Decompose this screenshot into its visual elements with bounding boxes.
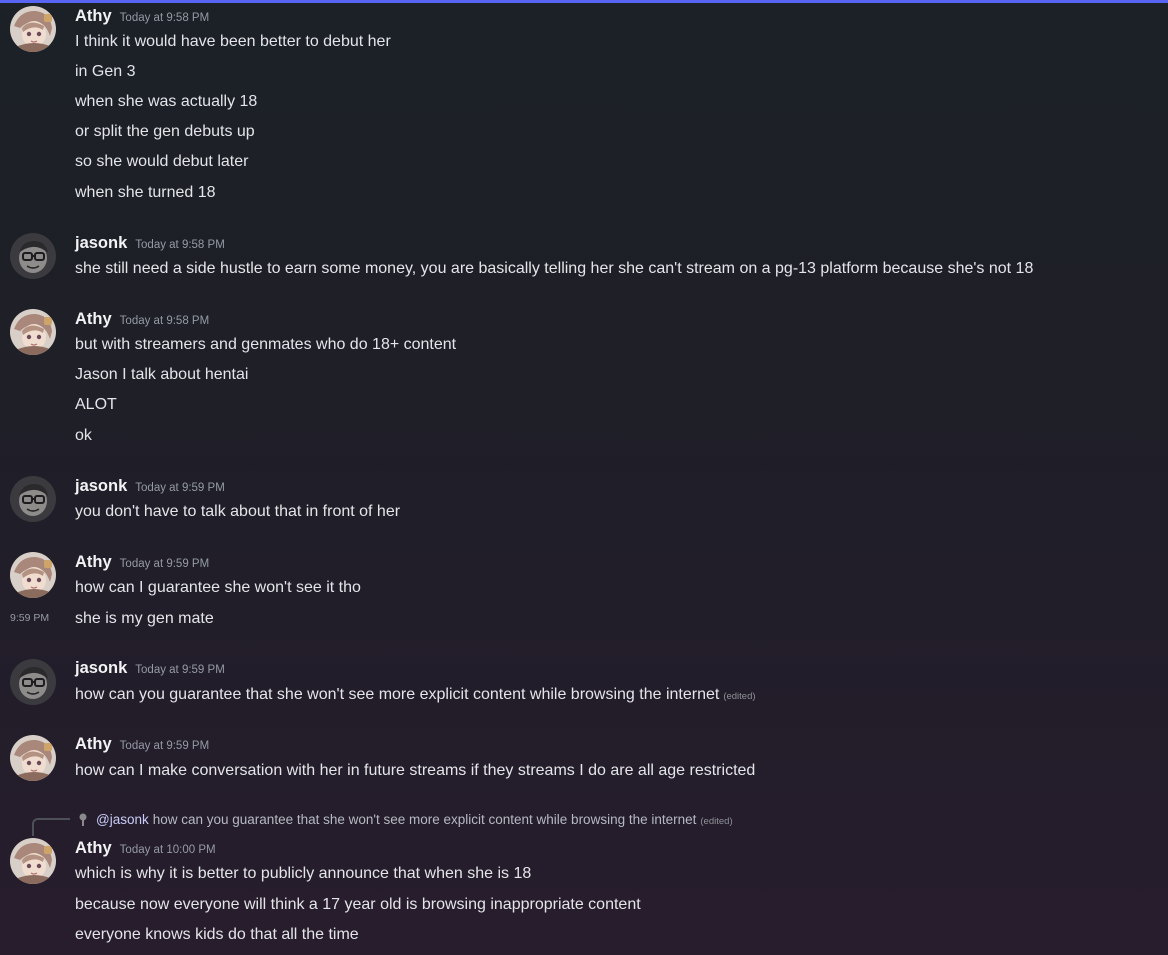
reply-text: how can you guarantee that she won't see… (152, 812, 697, 827)
avatar[interactable] (10, 476, 56, 522)
message-header: Athy Today at 9:58 PM (75, 310, 209, 329)
message-text: I think it would have been better to deb… (75, 33, 391, 50)
username[interactable]: Athy (75, 553, 112, 571)
message-text: you don't have to talk about that in fro… (75, 503, 401, 520)
reply-mention[interactable]: @jasonk (96, 812, 149, 827)
message-text: she still need a side hustle to earn som… (75, 260, 1034, 277)
message-text: ALOT (75, 396, 117, 413)
message-header: Athy Today at 9:59 PM (75, 735, 209, 754)
message-text: when she was actually 18 (75, 93, 258, 110)
username[interactable]: Athy (75, 7, 112, 25)
anime-avatar-icon (10, 6, 56, 52)
reply-preview[interactable]: @jasonk how can you guarantee that she wo… (76, 810, 733, 830)
message-text: which is why it is better to publicly an… (75, 865, 532, 882)
username[interactable]: jasonk (75, 234, 127, 252)
avatar[interactable] (10, 233, 56, 279)
cartoon-avatar-icon (10, 476, 56, 522)
message-timestamp: Today at 9:58 PM (135, 239, 225, 251)
reply-spine (32, 818, 70, 836)
channel-accent-bar (0, 0, 1168, 3)
message-header: jasonk Today at 9:58 PM (75, 234, 225, 253)
message-text: but with streamers and genmates who do 1… (75, 336, 457, 353)
message-header: jasonk Today at 9:59 PM (75, 477, 225, 496)
message-text: she is my gen mate (75, 610, 214, 627)
message-timestamp: Today at 9:58 PM (119, 315, 210, 327)
username[interactable]: jasonk (75, 477, 127, 495)
avatar[interactable] (10, 309, 56, 355)
message-text: how can you guarantee that she won't see… (75, 685, 756, 707)
message-text: everyone knows kids do that all the time (75, 926, 359, 943)
message-text: or split the gen debuts up (75, 123, 255, 140)
username[interactable]: Athy (75, 839, 112, 857)
anime-avatar-icon (10, 309, 56, 355)
edited-label: (edited) (723, 691, 756, 702)
message-text: because now everyone will think a 17 yea… (75, 896, 641, 913)
message-header: jasonk Today at 9:59 PM (75, 659, 225, 678)
avatar[interactable] (10, 659, 56, 705)
message-timestamp: Today at 10:00 PM (119, 844, 216, 856)
edited-label: (edited) (700, 816, 733, 827)
message-timestamp: Today at 9:59 PM (119, 740, 210, 752)
message-text: when she turned 18 (75, 184, 216, 201)
reply-avatar-icon (79, 813, 87, 826)
message-header: Athy Today at 9:59 PM (75, 553, 209, 572)
message-text: how can I guarantee she won't see it tho (75, 579, 361, 596)
anime-avatar-icon (10, 838, 56, 884)
avatar[interactable] (10, 6, 56, 52)
cartoon-avatar-icon (10, 659, 56, 705)
cartoon-avatar-icon (10, 233, 56, 279)
anime-avatar-icon (10, 552, 56, 598)
message-body: how can you guarantee that she won't see… (75, 686, 720, 703)
username[interactable]: Athy (75, 735, 112, 753)
avatar[interactable] (10, 838, 56, 884)
message-text: in Gen 3 (75, 63, 136, 80)
message-text: how can I make conversation with her in … (75, 762, 756, 779)
message-timestamp: Today at 9:58 PM (119, 12, 210, 24)
username[interactable]: Athy (75, 310, 112, 328)
message-text: so she would debut later (75, 153, 249, 170)
avatar[interactable] (10, 552, 56, 598)
message-text: Jason I talk about hentai (75, 366, 249, 383)
message-text: ok (75, 427, 92, 444)
message-timestamp: Today at 9:59 PM (135, 664, 225, 676)
username[interactable]: jasonk (75, 659, 127, 677)
hover-timestamp: 9:59 PM (10, 612, 50, 624)
message-timestamp: Today at 9:59 PM (135, 482, 225, 494)
anime-avatar-icon (10, 735, 56, 781)
message-header: Athy Today at 9:58 PM (75, 7, 209, 26)
message-header: Athy Today at 10:00 PM (75, 839, 216, 858)
message-timestamp: Today at 9:59 PM (119, 558, 210, 570)
avatar[interactable] (10, 735, 56, 781)
